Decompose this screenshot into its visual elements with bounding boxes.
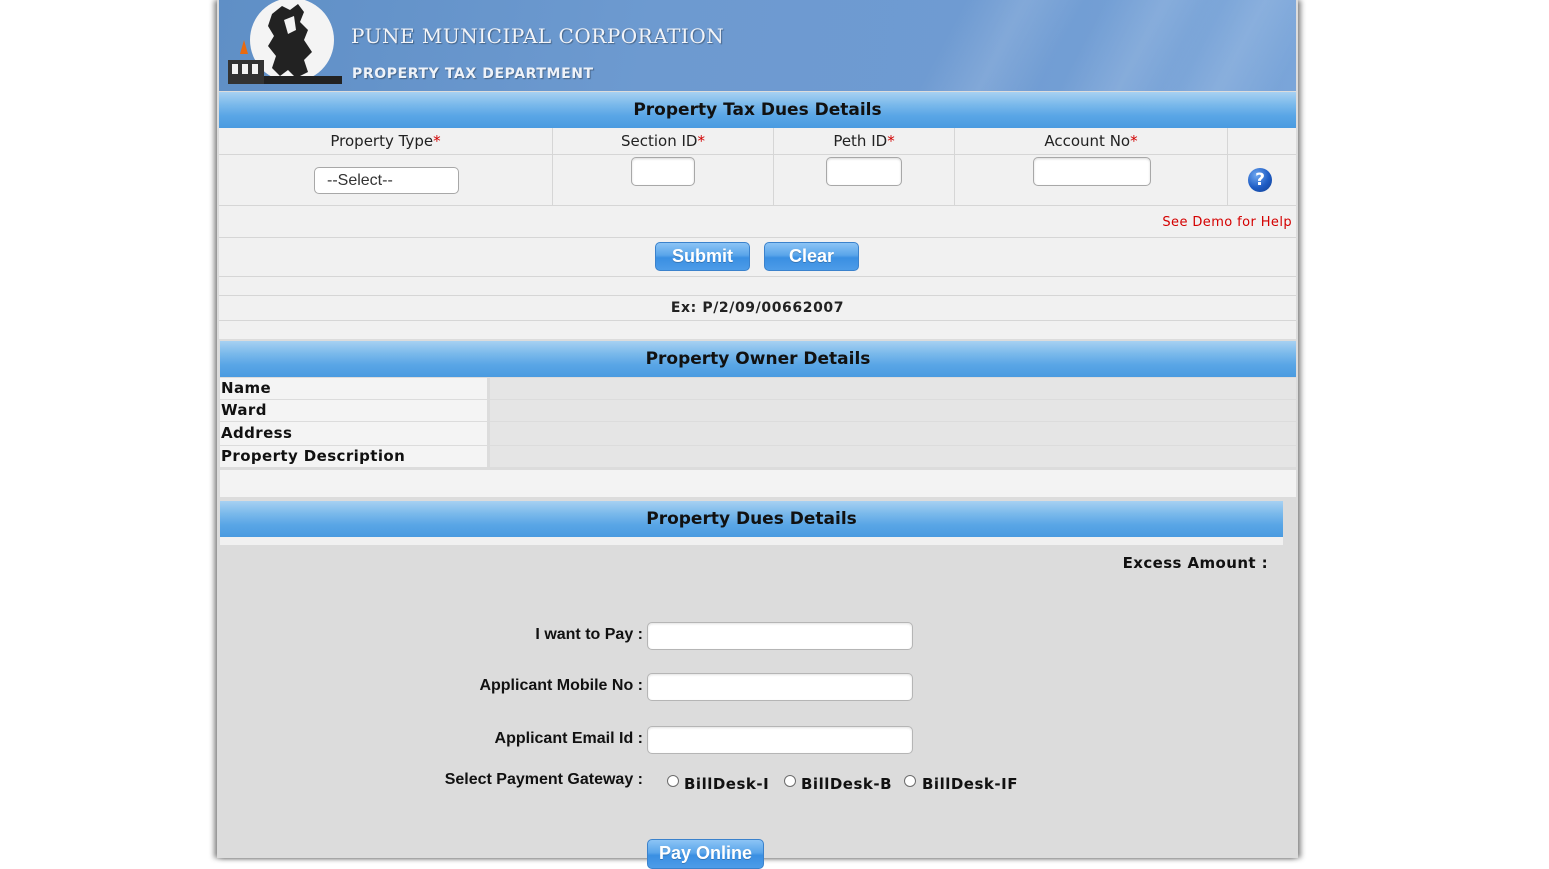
property-type-select[interactable]: --Select-- [314,167,459,194]
see-demo-link[interactable]: See Demo for Help [1162,215,1292,230]
col-account-no: Account No * [955,128,1228,154]
pay-amount-input[interactable] [647,622,913,650]
dues-form-heading: Property Tax Dues Details [219,92,1296,128]
gateway-label: Select Payment Gateway : [444,771,643,788]
radio-billdesk-i[interactable] [667,775,679,787]
excess-amount-label: Excess Amount : [1122,554,1268,572]
owner-row-ward: Ward [220,400,1296,422]
dues-divider [220,537,1283,545]
owner-label-name: Name [220,378,487,399]
owner-row-description: Property Description [220,446,1296,468]
owner-row-name: Name [220,378,1296,400]
dues-heading: Property Dues Details [220,501,1283,537]
cell-peth-id [774,155,955,205]
buttons-row [219,238,1296,277]
col-property-type: Property Type * [219,128,553,154]
mobile-input[interactable] [647,673,913,701]
owner-heading: Property Owner Details [220,341,1296,377]
banner-subtitle: PROPERTY TAX DEPARTMENT [352,66,594,82]
radio-label-billdesk-if: BillDesk-IF [922,775,1018,793]
header-banner: PUNE MUNICIPAL CORPORATION PROPERTY TAX … [219,0,1296,91]
owner-value-ward [490,400,1296,421]
demo-row [219,206,1296,238]
owner-label-ward: Ward [220,400,487,421]
email-label: Applicant Email Id : [494,730,643,747]
cell-section-id [553,155,774,205]
clear-button[interactable]: Clear [764,242,859,271]
owner-spacer [220,470,1296,497]
owner-label-description: Property Description [220,446,487,467]
owner-value-description [490,446,1296,467]
owner-value-name [490,378,1296,399]
question-help-icon[interactable]: ? [1248,168,1272,192]
account-no-input[interactable] [1033,157,1151,186]
owner-row-address: Address [220,422,1296,446]
radio-label-billdesk-i: BillDesk-I [684,775,770,793]
radio-billdesk-if[interactable] [904,775,916,787]
mobile-label: Applicant Mobile No : [479,677,643,694]
col-peth-id: Peth ID * [774,128,955,154]
cell-property-type: --Select-- [219,155,553,205]
spacer-row-2 [219,321,1296,339]
section-id-input[interactable] [631,157,695,186]
peth-id-input[interactable] [826,157,902,186]
account-example-text: Ex: P/2/09/00662007 [670,300,845,316]
radio-label-billdesk-b: BillDesk-B [801,775,893,793]
radio-billdesk-b[interactable] [784,775,796,787]
form-header-row: Property Type * Section ID * Peth ID * Acco… [219,128,1296,155]
cell-account-no [955,155,1228,205]
owner-value-address [490,422,1296,445]
pay-amount-label: I want to Pay : [535,626,643,643]
spacer-row [219,277,1296,296]
col-section-id: Section ID * [553,128,774,154]
email-input[interactable] [647,726,913,754]
pay-online-button[interactable]: Pay Online [647,839,764,869]
page-container: PUNE MUNICIPAL CORPORATION PROPERTY TAX … [217,0,1298,869]
owner-label-address: Address [220,422,487,445]
form-input-row: --Select-- [219,155,1296,206]
col-help [1228,128,1296,154]
pmc-logo [228,0,342,84]
submit-button[interactable]: Submit [655,242,750,271]
banner-title: PUNE MUNICIPAL CORPORATION [351,24,725,48]
